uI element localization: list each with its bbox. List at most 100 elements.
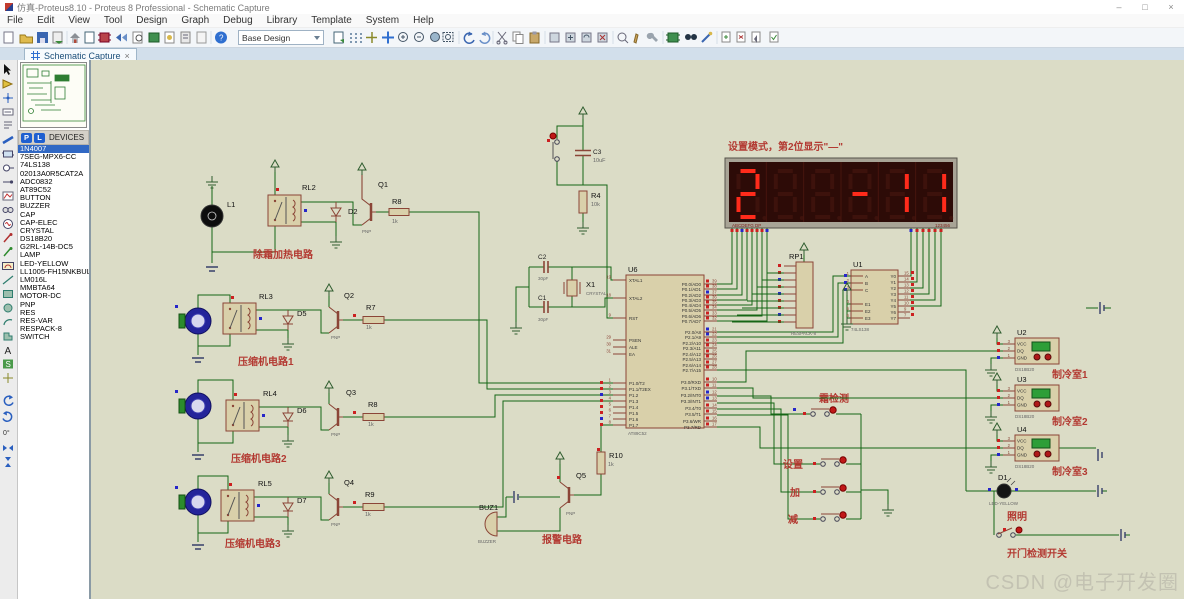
bus-mode-icon[interactable] bbox=[3, 137, 13, 143]
2d-line-icon[interactable] bbox=[3, 276, 13, 284]
rotate-clockwise-icon[interactable] bbox=[4, 395, 13, 405]
undo-icon[interactable] bbox=[464, 32, 474, 44]
push-button[interactable] bbox=[813, 457, 846, 467]
terminal-mode-icon[interactable] bbox=[4, 165, 15, 171]
subcircuit-mode-icon[interactable] bbox=[2, 151, 14, 157]
push-button[interactable] bbox=[813, 485, 846, 495]
new-file-icon[interactable] bbox=[4, 32, 13, 43]
mcu-at89c52[interactable]: U6 AT89C52 19XTAL118XTAL29RST29PSEN30ALE… bbox=[600, 265, 717, 436]
zoom-extents-icon[interactable] bbox=[431, 33, 440, 42]
resistor-r10[interactable] bbox=[597, 452, 605, 474]
menu-tool[interactable]: Tool bbox=[97, 15, 129, 26]
magnify-edit-icon[interactable] bbox=[618, 33, 628, 43]
pick-device-icon[interactable] bbox=[666, 33, 680, 42]
overview-minimap[interactable] bbox=[20, 62, 87, 128]
relay-symbol[interactable] bbox=[226, 393, 265, 431]
sheet-check-icon[interactable] bbox=[770, 32, 778, 42]
block-move-icon[interactable] bbox=[566, 33, 575, 42]
rotation-angle-field[interactable]: 0° bbox=[3, 429, 10, 437]
sensor-down-button[interactable] bbox=[1045, 401, 1051, 407]
device-item[interactable]: SWITCH bbox=[18, 333, 89, 341]
menu-template[interactable]: Template bbox=[304, 15, 359, 26]
root-sheet-icon[interactable] bbox=[334, 32, 344, 43]
graph-mode-icon[interactable] bbox=[3, 192, 13, 200]
2d-arc-icon[interactable] bbox=[4, 320, 12, 325]
paste-icon[interactable] bbox=[530, 32, 539, 44]
schematic-canvas[interactable]: L1 RL2 D2 Q1 R8 1k PNP 除霜加热电路 C3 bbox=[91, 60, 1184, 599]
menu-graph[interactable]: Graph bbox=[174, 15, 216, 26]
home-icon[interactable] bbox=[70, 33, 80, 43]
rotate-anticlockwise-icon[interactable] bbox=[3, 411, 12, 421]
decoder-74ls138[interactable]: U1 74LS138 1A2B3C4E15E26E3Y015Y114Y213Y3… bbox=[800, 243, 914, 332]
lamp-symbol[interactable] bbox=[201, 205, 223, 227]
wrench-icon[interactable] bbox=[647, 33, 658, 42]
junction-dot-mode-icon[interactable] bbox=[3, 93, 13, 103]
sensor-down-button[interactable] bbox=[1045, 451, 1051, 457]
generator-mode-icon[interactable] bbox=[4, 220, 13, 229]
2d-symbol-icon[interactable]: S bbox=[3, 360, 13, 370]
y-mirror-icon[interactable] bbox=[5, 457, 11, 467]
menu-view[interactable]: View bbox=[61, 15, 97, 26]
menu-help[interactable]: Help bbox=[406, 15, 441, 26]
2d-path-icon[interactable] bbox=[4, 333, 12, 340]
zoom-sheet-icon[interactable] bbox=[133, 32, 142, 43]
relay-symbol[interactable] bbox=[268, 188, 307, 226]
grid-toggle-icon[interactable] bbox=[350, 33, 362, 43]
zoom-area-icon[interactable] bbox=[443, 33, 453, 42]
tab-close-icon[interactable]: × bbox=[125, 51, 130, 61]
push-button[interactable] bbox=[803, 407, 836, 417]
import-design-icon[interactable] bbox=[53, 32, 63, 44]
menu-file[interactable]: File bbox=[0, 15, 30, 26]
library-button[interactable]: L bbox=[34, 133, 45, 143]
design-rule-icon[interactable] bbox=[181, 32, 190, 43]
help-icon[interactable]: ? bbox=[215, 32, 227, 44]
buzzer-symbol[interactable] bbox=[485, 512, 497, 536]
property-assignment-icon[interactable] bbox=[702, 32, 712, 42]
transfer-icon[interactable] bbox=[116, 34, 127, 42]
maximize-button[interactable]: □ bbox=[1132, 2, 1158, 12]
2d-circle-icon[interactable] bbox=[4, 304, 12, 312]
edit-pencil-icon[interactable] bbox=[634, 34, 638, 43]
2d-marker-icon[interactable] bbox=[3, 373, 13, 383]
cut-icon[interactable] bbox=[497, 32, 507, 44]
device-pin-mode-icon[interactable] bbox=[3, 180, 13, 183]
close-button[interactable]: × bbox=[1158, 2, 1184, 12]
pick-parts-button[interactable]: P bbox=[21, 133, 32, 143]
relay-symbol[interactable] bbox=[221, 483, 260, 521]
ares-chip-icon[interactable] bbox=[98, 33, 111, 42]
push-button[interactable] bbox=[813, 512, 846, 522]
menu-debug[interactable]: Debug bbox=[216, 15, 259, 26]
text-script-mode-icon[interactable] bbox=[4, 122, 12, 128]
block-rotate-icon[interactable] bbox=[582, 33, 591, 42]
bom-icon[interactable] bbox=[165, 32, 174, 43]
ds18b20-sensor[interactable]: U4DS18B20VCC3DQ2GND1 bbox=[717, 423, 1059, 473]
sheet-add-icon[interactable] bbox=[722, 32, 730, 42]
block-delete-icon[interactable] bbox=[598, 33, 607, 42]
capacitor-c1[interactable] bbox=[544, 301, 548, 313]
component-mode-icon[interactable] bbox=[3, 80, 12, 88]
led-d1[interactable] bbox=[997, 484, 1011, 498]
origin-icon[interactable] bbox=[366, 32, 377, 43]
sensor-up-button[interactable] bbox=[1034, 401, 1040, 407]
sensor-up-button[interactable] bbox=[1034, 451, 1040, 457]
sheet-remove-icon[interactable] bbox=[737, 32, 745, 42]
block-copy-icon[interactable] bbox=[550, 33, 559, 42]
virtual-instrument-mode-icon[interactable] bbox=[3, 263, 14, 270]
notes-icon[interactable] bbox=[197, 32, 206, 43]
current-probe-mode-icon[interactable] bbox=[4, 247, 13, 256]
menu-edit[interactable]: Edit bbox=[30, 15, 61, 26]
library-book-icon[interactable] bbox=[149, 33, 159, 42]
design-select[interactable]: Base Design bbox=[238, 30, 324, 45]
relay-symbol[interactable] bbox=[223, 296, 262, 334]
reset-button[interactable] bbox=[550, 133, 556, 139]
tape-recorder-mode-icon[interactable] bbox=[3, 208, 13, 213]
find-icon[interactable] bbox=[685, 34, 697, 40]
save-icon[interactable] bbox=[37, 32, 48, 43]
sensor-up-button[interactable] bbox=[1034, 354, 1040, 360]
redo-icon[interactable] bbox=[480, 32, 490, 44]
open-folder-icon[interactable] bbox=[20, 35, 33, 43]
new-sheet-icon[interactable] bbox=[85, 32, 94, 43]
2d-box-icon[interactable] bbox=[4, 291, 13, 298]
capacitor-c2[interactable] bbox=[544, 261, 548, 273]
zoom-in-icon[interactable] bbox=[399, 33, 408, 42]
